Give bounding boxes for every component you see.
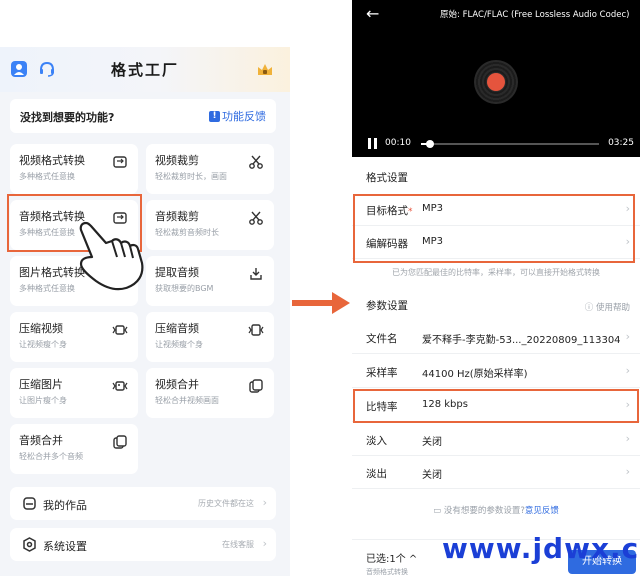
fade-out-row[interactable]: 淡出 关闭 › [352, 456, 640, 489]
feature-card[interactable]: 视频合并轻松合并视频画面 [146, 368, 274, 418]
param-settings-title: 参数设置 [366, 300, 408, 312]
scissors-icon [249, 211, 263, 225]
param-label: 淡出 [366, 468, 387, 480]
feature-card[interactable]: 音频裁剪轻松裁剪音频时长 [146, 200, 274, 250]
chevron-up-icon: ^ [408, 554, 418, 565]
opinion-feedback-link[interactable]: 意见反馈 [525, 506, 559, 516]
highlight-bitrate [353, 389, 639, 423]
my-works-hint: 历史文件都在这 [198, 499, 254, 508]
arrow-right-icon [292, 292, 350, 314]
highlight-format-codec [353, 194, 635, 263]
feature-card-title: 音频裁剪 [155, 210, 199, 223]
feature-card-subtitle: 让图片瘦个身 [19, 396, 67, 405]
my-works-row[interactable]: 我的作品 历史文件都在这 › [10, 487, 276, 520]
feature-card-subtitle: 轻松合并多个音频 [19, 452, 83, 461]
format-factory-screen: 格式工厂 没找到想要的功能? ! 功能反馈 视频格式转换 多种格式任意换 视频裁剪轻… [0, 47, 290, 576]
feature-request-banner: 没找到想要的功能? ! 功能反馈 [10, 99, 276, 133]
crown-icon[interactable] [256, 61, 274, 79]
feature-card[interactable]: 视频格式转换多种格式任意换 [10, 144, 138, 194]
feature-card-title: 压缩视频 [19, 322, 63, 335]
conversion-settings-screen: ← 原始: FLAC/FLAC (Free Lossless Audio Cod… [352, 0, 640, 576]
settings-gear-icon [23, 537, 36, 552]
feature-card-subtitle: 轻松裁剪音频时长 [155, 228, 219, 237]
banner-question: 没找到想要的功能? [20, 111, 115, 124]
feedback-icon: ! [209, 110, 220, 122]
feature-card-subtitle: 多种格式任意换 [19, 172, 75, 181]
feature-card[interactable]: 压缩图片让图片瘦个身 [10, 368, 138, 418]
feature-card-subtitle: 获取想要的BGM [155, 284, 214, 293]
audio-player: ← 原始: FLAC/FLAC (Free Lossless Audio Cod… [352, 0, 640, 157]
chevron-right-icon: › [262, 496, 267, 509]
feature-card-title: 压缩音频 [155, 322, 199, 335]
compress-video-icon [112, 325, 128, 335]
param-value: 关闭 [422, 470, 442, 481]
format-settings-title: 格式设置 [366, 172, 408, 184]
merge-icon [249, 379, 263, 393]
filename-row[interactable]: 文件名 爱不释手-李克勤-53..._20220809_113304 › [352, 321, 640, 354]
original-format-label: 原始: FLAC/FLAC (Free Lossless Audio Codec… [440, 10, 630, 20]
feature-card-title: 音频合并 [19, 434, 63, 447]
feature-card[interactable]: 视频裁剪轻松裁剪时长，画面 [146, 144, 274, 194]
param-label: 文件名 [366, 333, 398, 345]
feature-card-title: 视频格式转换 [19, 154, 85, 167]
feature-card[interactable]: 提取音频获取想要的BGM [146, 256, 274, 306]
feature-card[interactable]: 压缩音频让视频瘦个身 [146, 312, 274, 362]
chevron-right-icon: › [262, 537, 267, 550]
param-value: 爱不释手-李克勤-53..._20220809_113304 [422, 335, 621, 346]
param-label: 淡入 [366, 435, 387, 447]
feature-card-subtitle: 让视频瘦个身 [155, 340, 203, 349]
my-works-label: 我的作品 [43, 499, 87, 512]
param-label: 采样率 [366, 367, 398, 379]
system-settings-row[interactable]: 系统设置 在线客服 › [10, 528, 276, 561]
pointing-hand-icon [79, 221, 144, 291]
scissors-icon [249, 155, 263, 169]
pause-icon[interactable] [368, 138, 378, 149]
feature-card-title: 视频裁剪 [155, 154, 199, 167]
feature-card-subtitle: 多种格式任意换 [19, 284, 75, 293]
progress-knob[interactable] [425, 140, 434, 148]
selected-count[interactable]: 已选:1个 ^ [366, 550, 417, 565]
vinyl-disc-icon [474, 60, 518, 104]
help-link[interactable]: ⓘ 使用帮助 [585, 301, 630, 313]
auto-match-hint: 已为您匹配最佳的比特率，采样率，可以直接开始格式转换 [392, 268, 600, 277]
feature-card-subtitle: 轻松合并视频画面 [155, 396, 219, 405]
chevron-right-icon: › [625, 364, 630, 377]
selected-type: 音频格式转换 [366, 568, 408, 576]
comment-icon: ▭ [433, 506, 444, 516]
compress-image-icon [112, 381, 128, 391]
missing-params-note: ▭ 没有想要的参数设置?意见反馈 [433, 506, 559, 516]
chevron-right-icon: › [625, 432, 630, 445]
app-header: 格式工厂 [0, 47, 290, 92]
feature-card-title: 压缩图片 [19, 378, 63, 391]
feature-card[interactable]: 音频合并轻松合并多个音频 [10, 424, 138, 474]
extract-icon [250, 268, 262, 280]
chevron-right-icon: › [625, 465, 630, 478]
feature-card-subtitle: 轻松裁剪时长，画面 [155, 172, 227, 181]
system-settings-hint: 在线客服 [222, 540, 254, 549]
works-folder-icon [23, 497, 36, 510]
app-title: 格式工厂 [110, 61, 179, 79]
progress-slider[interactable] [421, 140, 599, 148]
param-value: 关闭 [422, 437, 442, 448]
feature-feedback-link[interactable]: ! 功能反馈 [209, 108, 266, 124]
current-time: 00:10 [385, 138, 411, 148]
feature-card-subtitle: 让视频瘦个身 [19, 340, 67, 349]
param-value: 44100 Hz(原始采样率) [422, 369, 528, 380]
feature-card-title: 视频合并 [155, 378, 199, 391]
back-arrow-icon[interactable]: ← [366, 4, 379, 23]
feature-card[interactable]: 压缩视频让视频瘦个身 [10, 312, 138, 362]
sample-rate-row[interactable]: 采样率 44100 Hz(原始采样率) › [352, 355, 640, 388]
chevron-right-icon: › [625, 330, 630, 343]
system-settings-label: 系统设置 [43, 540, 87, 553]
convert-icon [113, 156, 127, 168]
fade-in-row[interactable]: 淡入 关闭 › [352, 423, 640, 456]
duration: 03:25 [608, 138, 634, 148]
playback-controls: 00:10 03:25 [352, 136, 640, 152]
feature-card-title: 提取音频 [155, 266, 199, 279]
watermark: www.jdwx.cn [442, 532, 640, 565]
compress-audio-icon [248, 324, 264, 336]
merge-icon [113, 435, 127, 449]
